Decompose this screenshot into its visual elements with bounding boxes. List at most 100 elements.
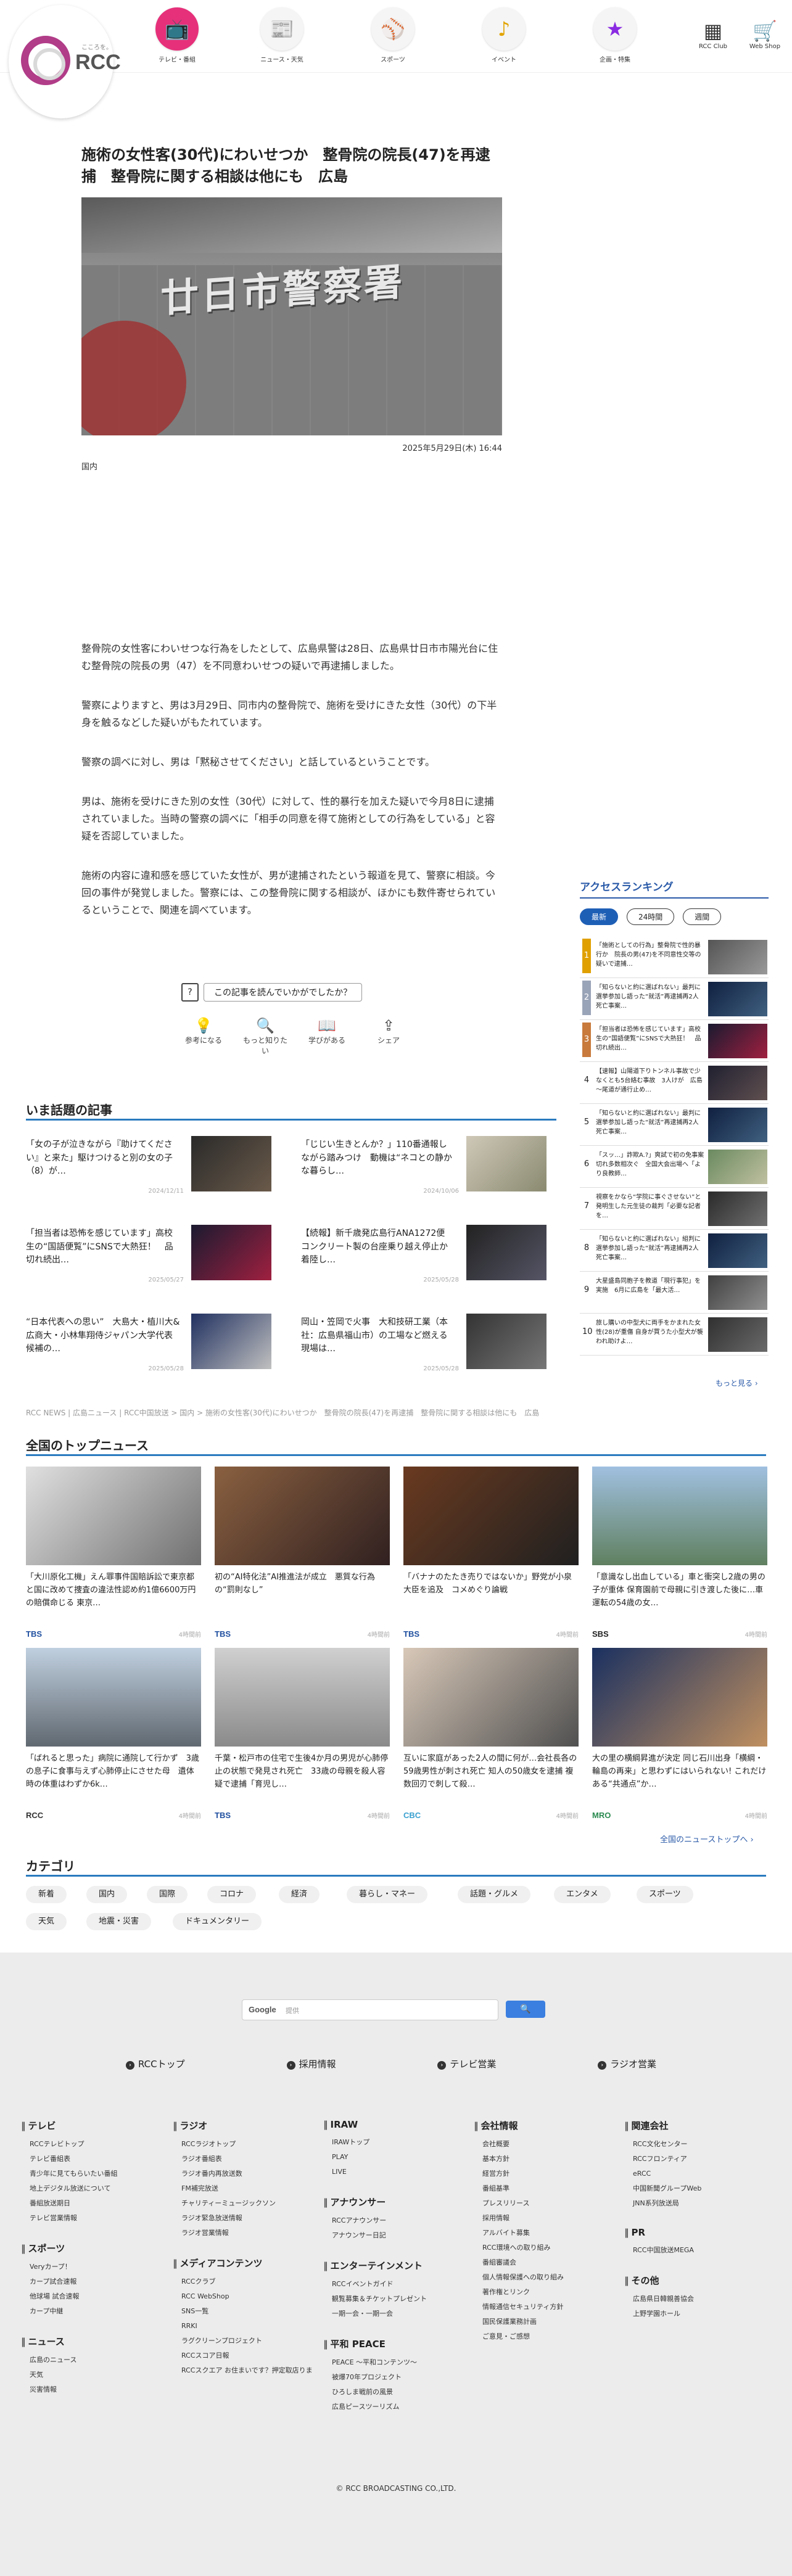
footer-group-heading[interactable]: アナウンサー	[323, 2195, 465, 2208]
footer-link[interactable]: 広島ピースツーリズム	[323, 2400, 465, 2414]
ranking-item[interactable]: 1 「施術としての行為」整骨院で性的暴行か 院長の男(47)を不同意性交等の疑いで…	[580, 936, 769, 978]
hot-article-card[interactable]: 「女の子が泣きながら『助けてください』と来た」駆けつけると別の女の子（8）が… 2…	[26, 1136, 279, 1200]
footer-group-heading[interactable]: IRAW	[323, 2119, 465, 2130]
footer-group-heading[interactable]: 平和 PEACE	[323, 2337, 465, 2350]
footer-link[interactable]: SNS一覧	[173, 2304, 315, 2319]
footer-link[interactable]: 著作権とリンク	[474, 2285, 616, 2300]
top-news-more-link[interactable]: 全国のニューストップへ ›	[660, 1833, 754, 1845]
hot-article-card[interactable]: 岡山・笠岡で火事 大和技研工業（本社：広島県福山市）の工場など燃える 現場は… 2…	[301, 1314, 554, 1378]
hot-article-card[interactable]: 【続報】新千歳発広島行ANA1272便 コンクリート製の台座乗り越え停止か 着陸…	[301, 1225, 554, 1289]
hot-article-card[interactable]: “日本代表への思い” 大島大・植川大&広商大・小林隼翔侍ジャパン大学代表候補の……	[26, 1314, 279, 1378]
footer-link[interactable]: 災害情報	[21, 2382, 163, 2397]
footer-group-heading[interactable]: テレビ	[21, 2119, 163, 2132]
footer-link[interactable]: 基本方針	[474, 2152, 616, 2167]
footer-link[interactable]: ひろしま戦前の風景	[323, 2385, 465, 2400]
footer-link[interactable]: IRAWトップ	[323, 2135, 465, 2150]
footer-link[interactable]: RCC WebShop	[173, 2289, 315, 2304]
ranking-item[interactable]: 10 旅し購いの中型犬に両手をかまれた女性(28)が重傷 自身が買うた小型犬が襲わ…	[580, 1314, 769, 1356]
article-category[interactable]: 国内	[81, 460, 97, 472]
footer-link[interactable]: 広島県日韓親善協会	[624, 2292, 766, 2306]
ranking-item[interactable]: 2 「知らないと約に選ばれない」最判に選挙参加し語った“就活”再逮捕再2人死亡事案…	[580, 978, 769, 1020]
news-card[interactable]: 互いに家庭があった2人の間に何が…会社長各の59歳男性が刺され死亡 知人の50歳…	[403, 1648, 579, 1843]
reaction-share[interactable]: ⇪ シェア	[364, 1016, 413, 1056]
ranking-item[interactable]: 7 視察をかなら“学院に事ぐさせない”と発明生した元生徒の裁判「必要な記者を…	[580, 1188, 769, 1230]
footer-link[interactable]: 上野学園ホール	[624, 2306, 766, 2321]
footer-link[interactable]: チャリティーミュージックソン	[173, 2196, 315, 2211]
category-chip[interactable]: スポーツ	[637, 1886, 693, 1903]
rcc-logo[interactable]: こころを。 RCC	[9, 5, 121, 118]
footer-link[interactable]: 観覧募集＆チケットプレゼント	[323, 2292, 465, 2306]
footer-link[interactable]: Veryカープ！	[21, 2260, 163, 2274]
breadcrumb[interactable]: RCC NEWS | 広島ニュース | RCC中国放送 > 国内 > 施術の女性…	[26, 1407, 539, 1418]
footer-link[interactable]: eRCC	[624, 2167, 766, 2181]
footer-link[interactable]: RCCアナウンサー	[323, 2213, 465, 2228]
footer-link[interactable]: › 採用情報	[286, 2057, 336, 2070]
category-chip[interactable]: 国際	[147, 1886, 188, 1903]
footer-link[interactable]: ラジオ営業情報	[173, 2226, 315, 2241]
footer-link[interactable]: 地上デジタル放送について	[21, 2181, 163, 2196]
footer-link[interactable]: LIVE	[323, 2165, 465, 2179]
hot-article-card[interactable]: 「担当者は恐怖を感じています」高校生の“国語便覧”にSNSで大熱狂！ 品切れ続出…	[26, 1225, 279, 1289]
footer-link[interactable]: ラジオ番組表	[173, 2152, 315, 2167]
footer-link[interactable]: ラジオ緊急放送情報	[173, 2211, 315, 2226]
footer-group-heading[interactable]: メディアコンテンツ	[173, 2257, 315, 2269]
category-chip[interactable]: 暮らし・マネー	[347, 1886, 428, 1903]
footer-link[interactable]: › テレビ営業	[437, 2057, 496, 2070]
footer-link[interactable]: ラジオ番内再放送数	[173, 2167, 315, 2181]
ranking-item[interactable]: 4 【速報】山陽道下りトンネル事故で少なくとも5台絡む事故 3人けが 広島～尾道が…	[580, 1062, 769, 1104]
footer-link[interactable]: 番組審議会	[474, 2255, 616, 2270]
nav-tv[interactable]: 📺 テレビ・番組	[143, 7, 211, 64]
footer-link[interactable]: RCCイベントガイド	[323, 2277, 465, 2292]
footer-link[interactable]: › RCCトップ	[126, 2057, 185, 2070]
footer-group-heading[interactable]: その他	[624, 2274, 766, 2287]
footer-link[interactable]: 経営方針	[474, 2167, 616, 2181]
news-card[interactable]: 千葉・松戸市の住宅で生後4か月の男児が心肺停止の状態で発見され死亡 33歳の母親…	[215, 1648, 390, 1843]
footer-link[interactable]: カープ試合速報	[21, 2274, 163, 2289]
news-card[interactable]: 初の“AI特化法”AI推進法が成立 悪質な行為の“罰則なし” TBS 4時間前	[215, 1467, 390, 1661]
footer-link[interactable]: RCCテレビトップ	[21, 2137, 163, 2152]
category-chip[interactable]: 国内	[86, 1886, 128, 1903]
footer-group-heading[interactable]: 会社情報	[474, 2119, 616, 2132]
category-chip[interactable]: 天気	[26, 1913, 67, 1930]
footer-link[interactable]: › ラジオ営業	[598, 2057, 656, 2070]
tab-latest[interactable]: 最新	[580, 908, 619, 925]
web-shop-link[interactable]: 🛒 Web Shop	[746, 19, 783, 50]
footer-link[interactable]: 国民保護業務計画	[474, 2315, 616, 2329]
footer-link[interactable]: 番組基準	[474, 2181, 616, 2196]
ranking-item[interactable]: 6 「スッ…」詐欺A.?」爽試で初の免事案切れ多数相次ぐ 全国大会出場へ「より良教…	[580, 1146, 769, 1188]
news-card[interactable]: 「バナナのたたき売りではないか」野党が小泉大臣を追及 コメめぐり論戦 TBS 4時間…	[403, 1467, 579, 1661]
footer-link[interactable]: PLAY	[323, 2150, 465, 2165]
search-input[interactable]: Google 提供	[242, 1999, 498, 2020]
footer-link[interactable]: 青少年に見てもらいたい番組	[21, 2167, 163, 2181]
footer-link[interactable]: 番組放送期日	[21, 2196, 163, 2211]
category-chip[interactable]: ドキュメンタリー	[173, 1913, 262, 1930]
search-button[interactable]: 🔍	[506, 2001, 545, 2018]
category-chip[interactable]: 新着	[26, 1886, 67, 1903]
footer-link[interactable]: RCC中国放送MEGA	[624, 2243, 766, 2258]
footer-link[interactable]: 情報通信セキュリティ方針	[474, 2300, 616, 2315]
footer-group-heading[interactable]: ラジオ	[173, 2119, 315, 2132]
footer-group-heading[interactable]: スポーツ	[21, 2242, 163, 2255]
footer-link[interactable]: 天気	[21, 2368, 163, 2382]
category-chip[interactable]: エンタメ	[554, 1886, 611, 1903]
footer-link[interactable]: ラグクリーンプロジェクト	[173, 2334, 315, 2348]
footer-link[interactable]: テレビ番組表	[21, 2152, 163, 2167]
tab-24h[interactable]: 24時間	[627, 908, 675, 925]
news-card[interactable]: 「意識なし出血している」車と衝突し2歳の男の子が重体 保育園前で母親に引き渡した…	[592, 1467, 767, 1661]
footer-group-heading[interactable]: PR	[624, 2227, 766, 2238]
footer-link[interactable]: アナウンサー日記	[323, 2228, 465, 2243]
category-chip[interactable]: 経済	[279, 1886, 320, 1903]
footer-link[interactable]: 採用情報	[474, 2211, 616, 2226]
footer-link[interactable]: 中国新聞グループWeb	[624, 2181, 766, 2196]
ranking-item[interactable]: 3 「担当者は恐怖を感じています」高校生の“国語便覧”にSNSで大熱狂！ 品切れ続…	[580, 1020, 769, 1062]
footer-link[interactable]: ご意見・ご感想	[474, 2329, 616, 2344]
tab-weekly[interactable]: 週間	[683, 908, 722, 925]
footer-group-heading[interactable]: エンターテインメント	[323, 2259, 465, 2272]
footer-link[interactable]: テレビ営業情報	[21, 2211, 163, 2226]
category-chip[interactable]: 地震・災害	[86, 1913, 152, 1930]
footer-link[interactable]: アルバイト募集	[474, 2226, 616, 2241]
footer-link[interactable]: 一期一会・一期一会	[323, 2306, 465, 2321]
footer-link[interactable]: 被爆70年プロジェクト	[323, 2370, 465, 2385]
ranking-item[interactable]: 9 大星盛島同胞子を教道「現行事犯」を実施 6月に広島を「最大活…	[580, 1272, 769, 1314]
footer-link[interactable]: FM補完放送	[173, 2181, 315, 2196]
